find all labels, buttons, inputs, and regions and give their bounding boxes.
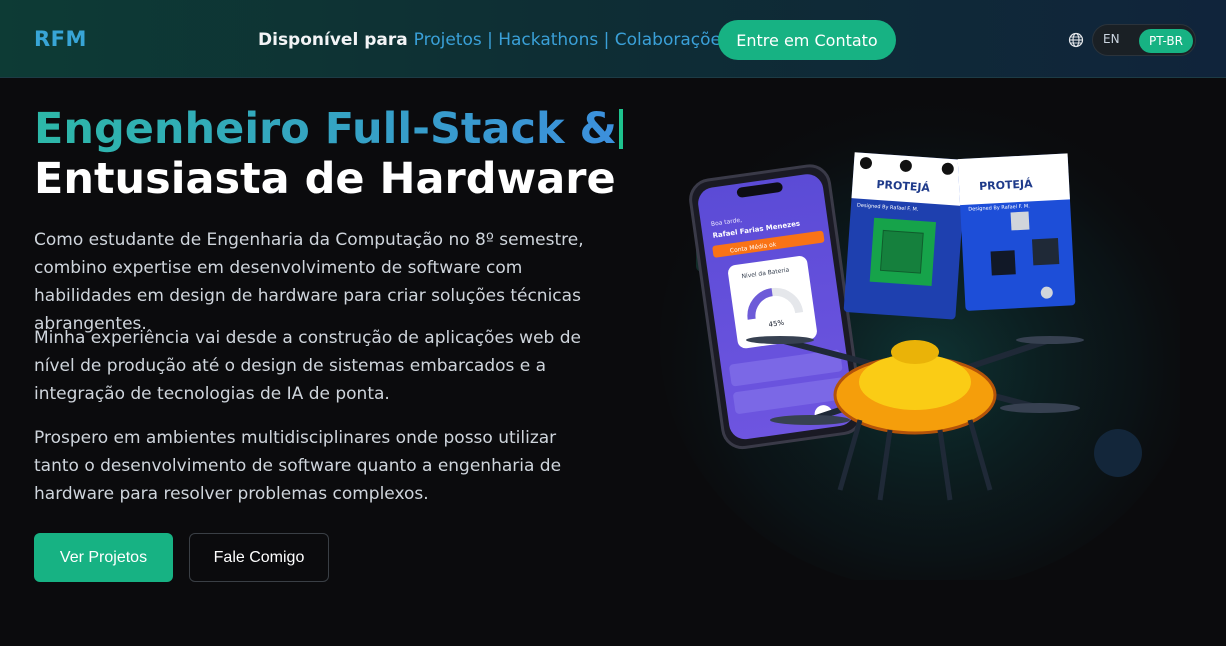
contact-button[interactable]: Entre em Contato [718, 20, 896, 60]
availability-text: Disponível para Projetos | Hackathons | … [258, 30, 730, 50]
hero-title-line2: Entusiasta de Hardware [34, 154, 616, 204]
hero-illustration: Boa tarde, Rafael Farias Menezes Conta M… [660, 90, 1180, 580]
decorative-circle [1094, 429, 1142, 477]
hero-paragraph-3: Prospero em ambientes multidisciplinares… [34, 428, 562, 504]
circuit-board-right: PROTEJÁ Designed By Rafael F. M. [957, 153, 1076, 311]
logo[interactable]: RFM [34, 27, 87, 51]
hero-paragraph-2: Minha experiência vai desde a construção… [34, 328, 581, 404]
top-navbar: RFM Disponível para Projetos | Hackathon… [0, 0, 1226, 78]
globe-icon[interactable] [1068, 32, 1084, 48]
typing-cursor [619, 109, 624, 149]
talk-to-me-button[interactable]: Fale Comigo [189, 533, 329, 582]
language-toggle: EN PT-BR [1092, 24, 1196, 56]
lang-option-en[interactable]: EN [1103, 32, 1120, 46]
view-projects-button[interactable]: Ver Projetos [34, 533, 173, 582]
lang-option-pt-br[interactable]: PT-BR [1139, 29, 1193, 53]
hero-paragraph-1: Como estudante de Engenharia da Computaç… [34, 230, 584, 334]
hero-title: Engenheiro Full-Stack & Entusiasta de Ha… [34, 104, 624, 204]
availability-prefix: Disponível para [258, 30, 408, 50]
availability-items: Projetos | Hackathons | Colaborações [413, 30, 730, 50]
hero-title-line1: Engenheiro Full-Stack & [34, 104, 624, 154]
hero-title-line1-text: Engenheiro Full-Stack & [34, 104, 618, 154]
circuit-board-left: PROTEJÁ Designed By Rafael F. M. [843, 152, 967, 320]
